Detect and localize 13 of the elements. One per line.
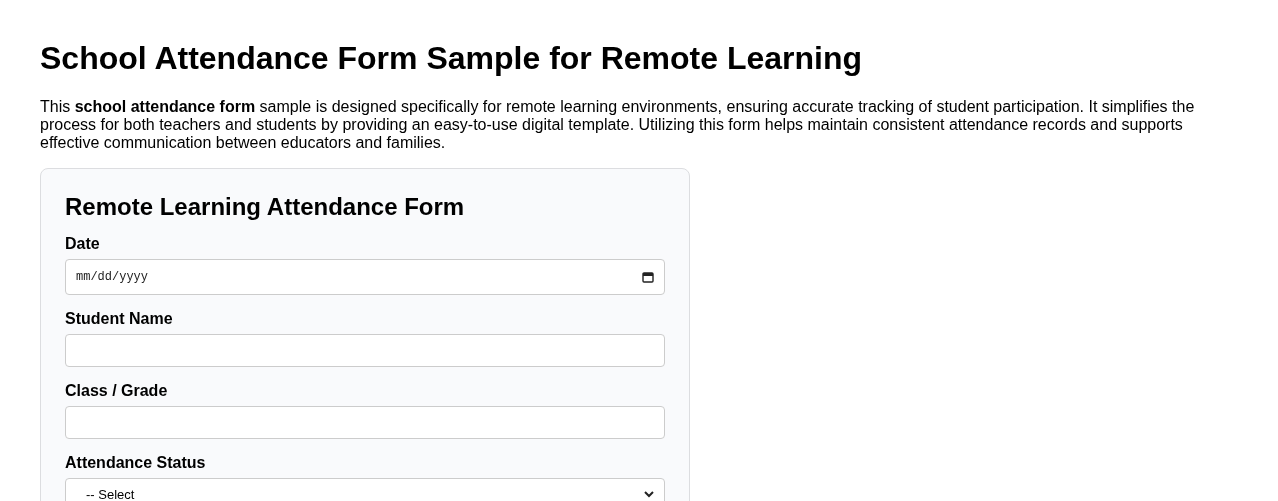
- field-label: Student Name: [65, 310, 174, 328]
- intro-paragraph: This school attendance form sample is designed specifically for remote learning environments, ensuring accurate tracking of student participation. It simplifies the process for both teachers and students by providing an easy-to-use digital template. Utilizing this form helps maintain consistent attendance records and supports effective communication between educators and families.: [40, 98, 1196, 152]
- date-field[interactable]: mm/dd/yyyy: [65, 259, 665, 295]
- form-title: Remote Learning Attendance Form: [65, 193, 466, 221]
- field-label: Class / Grade: [65, 382, 169, 400]
- select-field[interactable]: -- Select: [65, 478, 665, 501]
- page-title: School Attendance Form Sample for Remote Learning: [40, 40, 864, 77]
- input-field[interactable]: [65, 406, 665, 439]
- field-label: Attendance Status: [65, 454, 207, 472]
- calendar-icon[interactable]: [642, 271, 654, 283]
- input-field[interactable]: [65, 334, 665, 367]
- chevron-icon: [644, 490, 654, 499]
- field-label: Date: [65, 235, 101, 253]
